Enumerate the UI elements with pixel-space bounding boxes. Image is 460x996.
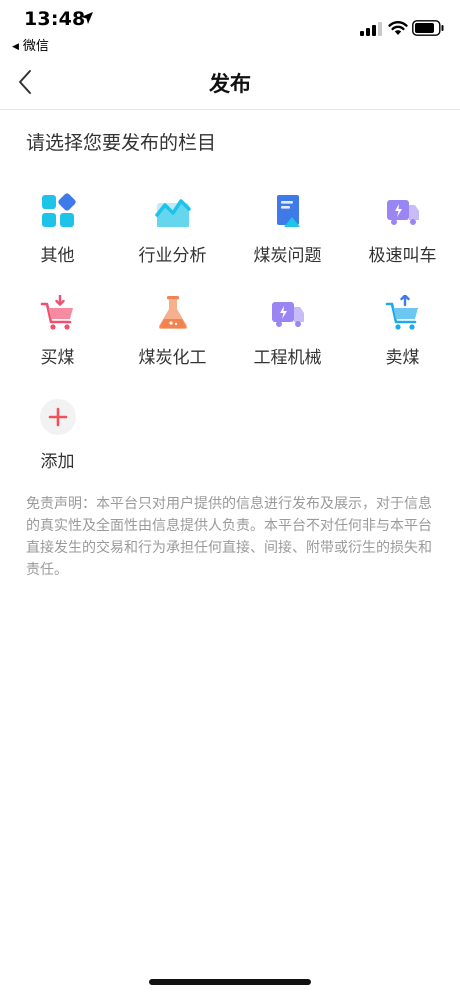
screen: 13:48 ◀ 微信 发布 请选择您要发布的栏目 其他 行业分析 煤炭问题 极速… <box>0 0 460 996</box>
category-other[interactable]: 其他 <box>0 193 115 283</box>
category-fast-truck[interactable]: 极速叫车 <box>345 193 460 283</box>
category-label: 煤炭化工 <box>138 348 207 368</box>
category-sell-coal[interactable]: 卖煤 <box>345 295 460 385</box>
document-icon <box>277 195 300 227</box>
category-label: 卖煤 <box>385 348 420 368</box>
home-indicator[interactable] <box>149 979 311 985</box>
flask-icon <box>158 296 188 329</box>
category-label: 添加 <box>40 452 75 472</box>
truck-icon <box>387 200 419 225</box>
section-title: 请选择您要发布的栏目 <box>26 132 217 154</box>
category-label: 其他 <box>40 246 75 266</box>
line-chart-icon <box>155 199 191 227</box>
status-time: 13:48 <box>24 8 86 30</box>
category-coal-chemical[interactable]: 煤炭化工 <box>115 295 230 385</box>
disclaimer-text: 免责声明：本平台只对用户提供的信息进行发布及展示，对于信息的真实性及全面性由信息… <box>26 496 432 578</box>
category-buy-coal[interactable]: 买煤 <box>0 295 115 385</box>
wifi-icon <box>388 21 408 35</box>
status-bar: 13:48 ◀ 微信 <box>0 0 460 56</box>
category-label: 极速叫车 <box>368 246 437 266</box>
category-label: 买煤 <box>40 348 75 368</box>
add-category-button[interactable]: 添加 <box>0 399 115 489</box>
plus-icon <box>40 399 76 435</box>
location-arrow-icon <box>81 12 93 24</box>
cart-in-icon <box>40 295 73 330</box>
truck-icon <box>272 302 304 327</box>
category-label: 行业分析 <box>138 246 207 266</box>
category-label: 工程机械 <box>253 348 322 368</box>
nav-bar: 发布 <box>0 56 460 110</box>
category-construction-machinery[interactable]: 工程机械 <box>230 295 345 385</box>
page-title: 发布 <box>209 72 251 96</box>
apps-grid-icon <box>42 193 76 227</box>
battery-icon <box>412 20 444 36</box>
back-triangle-icon: ◀ <box>12 42 19 52</box>
back-app-label: 微信 <box>22 39 49 54</box>
category-coal-issues[interactable]: 煤炭问题 <box>230 193 345 283</box>
cellular-signal-icon <box>360 22 382 36</box>
category-label: 煤炭问题 <box>253 246 322 266</box>
back-to-app-link[interactable]: ◀ 微信 <box>12 35 49 54</box>
cart-out-icon <box>385 295 418 330</box>
category-industry-analysis[interactable]: 行业分析 <box>115 193 230 283</box>
